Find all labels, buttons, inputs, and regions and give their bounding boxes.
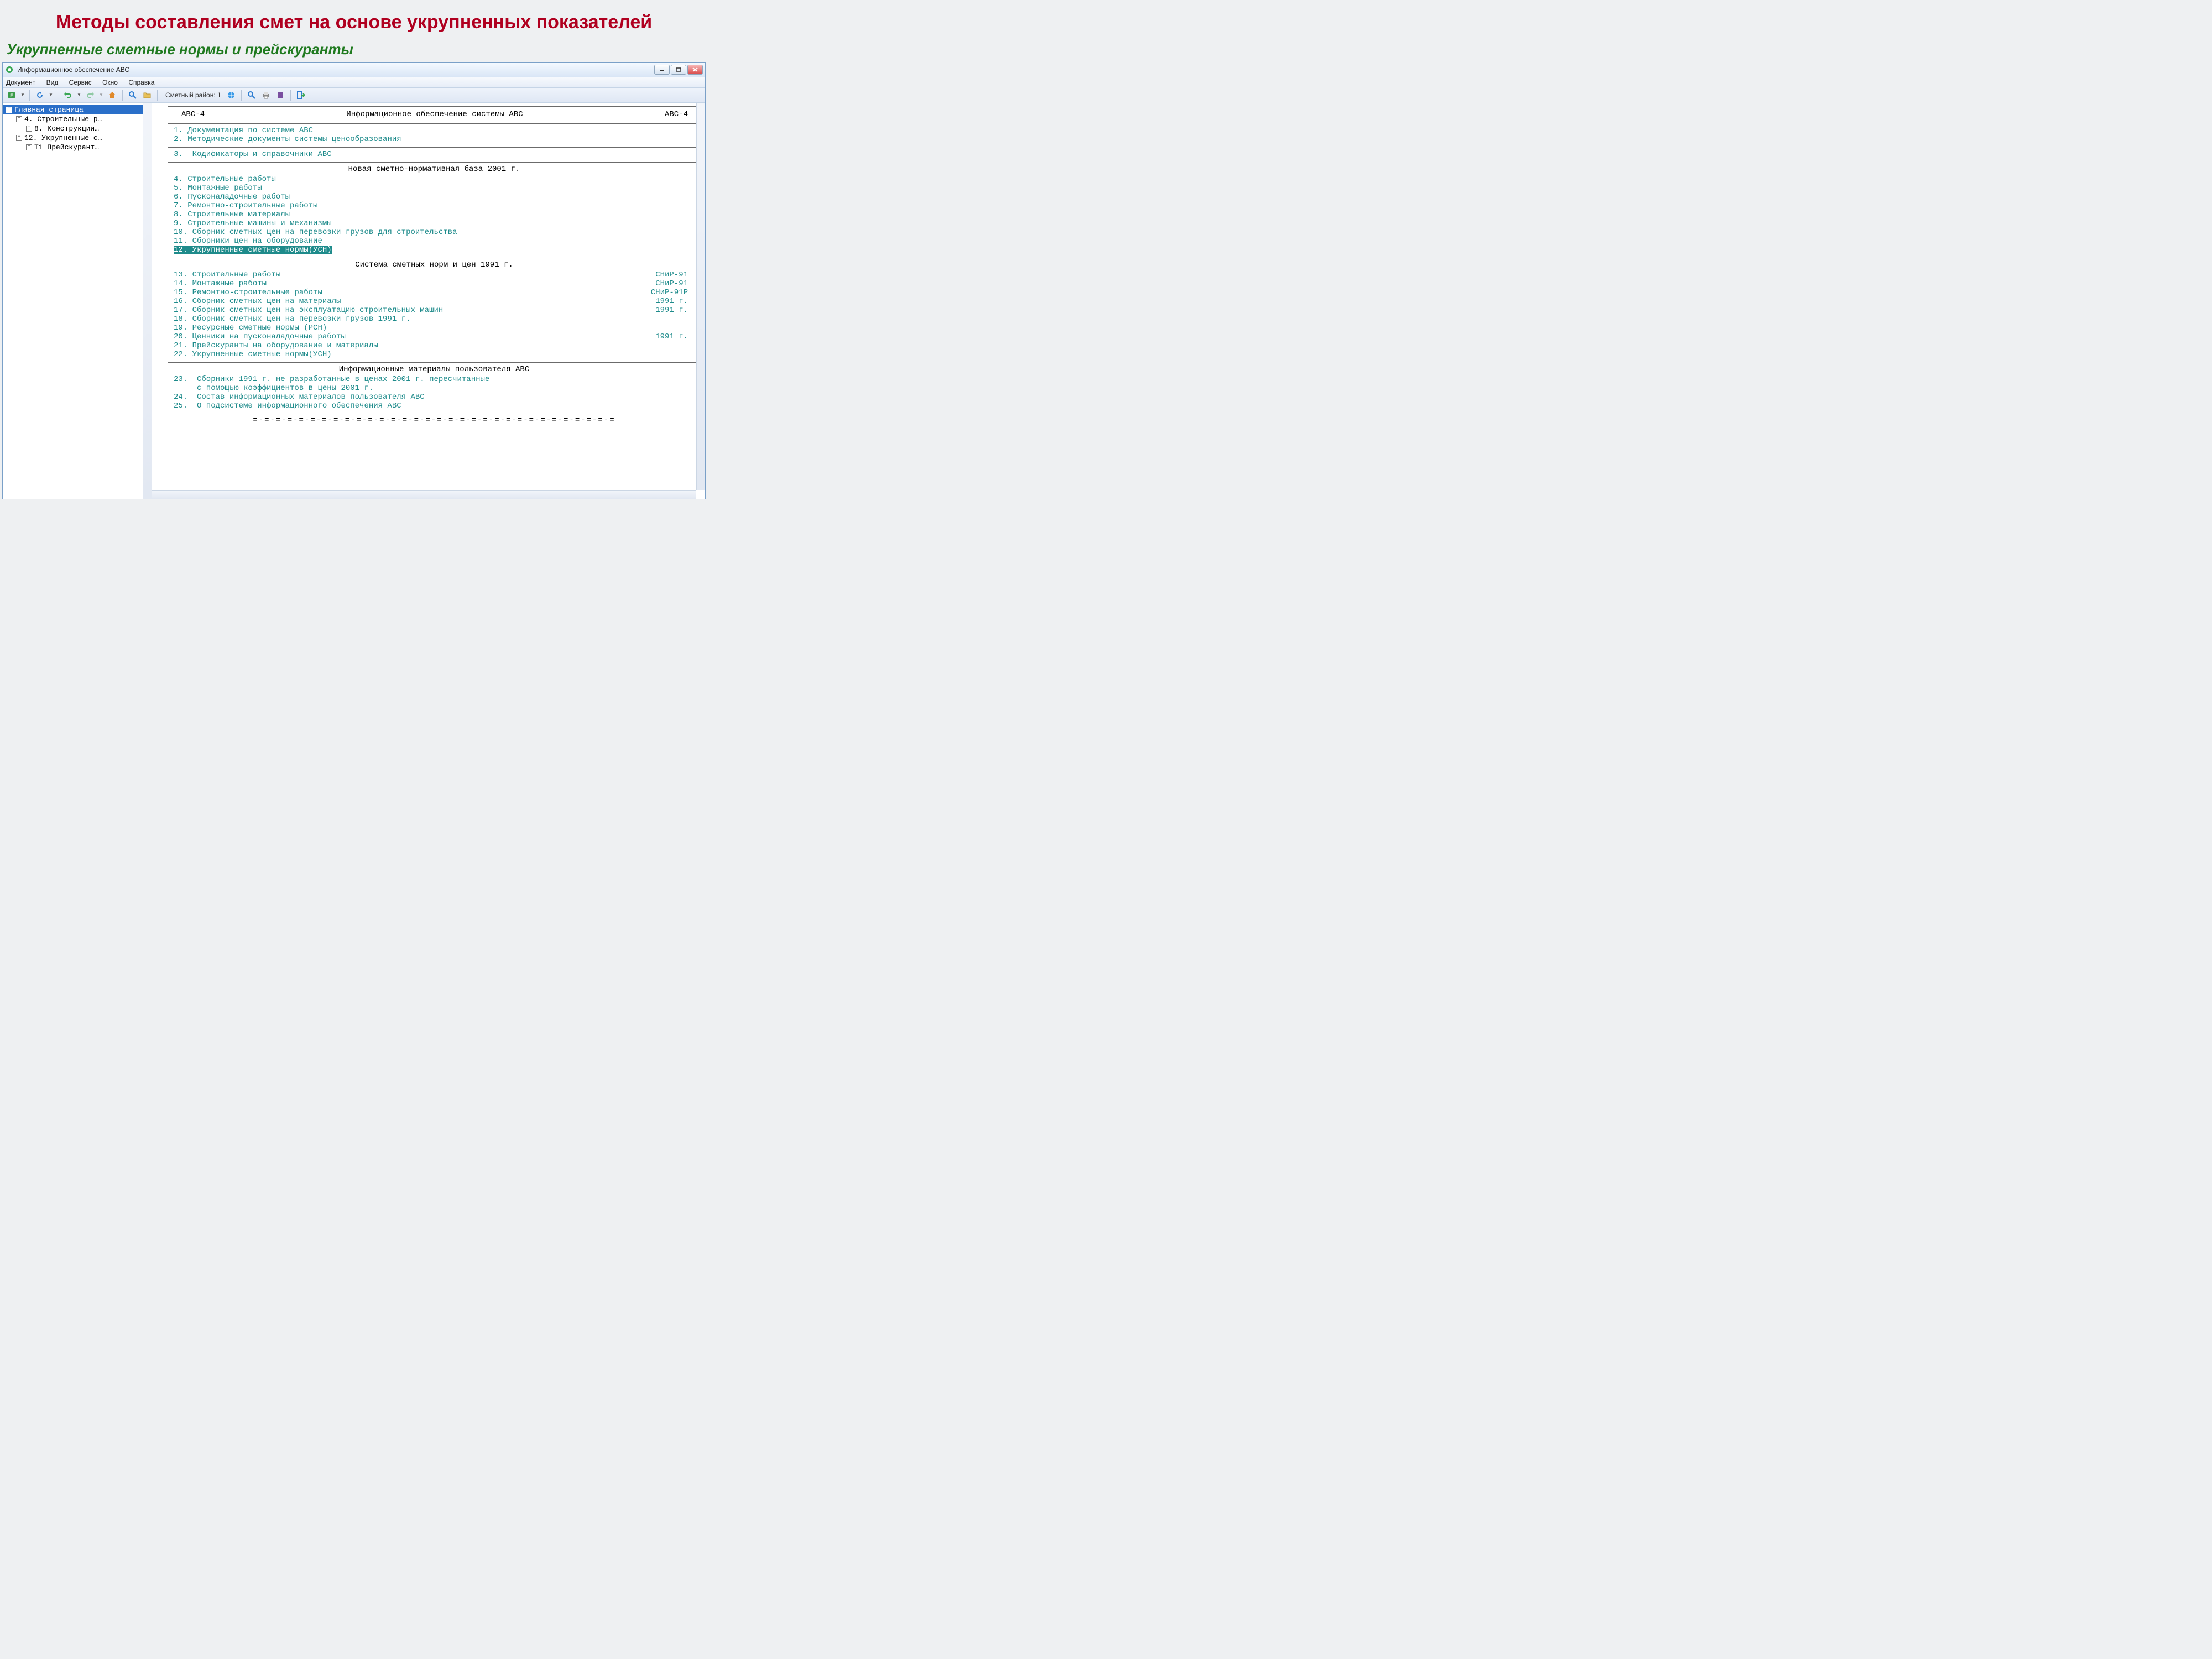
menu-view[interactable]: Вид [46, 79, 59, 86]
folder-icon[interactable] [142, 90, 153, 101]
scrollbar-vertical[interactable] [696, 103, 705, 490]
find-icon[interactable] [246, 90, 257, 101]
dropdown-icon[interactable]: ▼ [49, 92, 53, 97]
section-title: Новая сметно-нормативная база 2001 г. [174, 165, 695, 174]
dropdown-icon[interactable]: ▼ [77, 92, 81, 97]
dropdown-icon[interactable]: ▼ [20, 92, 25, 97]
doc-section-1: 1. Документация по системе АВС 2. Методи… [168, 123, 701, 148]
expand-icon[interactable]: + [26, 144, 32, 150]
list-item[interactable]: 9. Строительные машины и механизмы [174, 219, 695, 228]
list-item[interactable]: 24. Состав информационных материалов пол… [174, 393, 695, 401]
globe-icon[interactable] [226, 90, 237, 101]
scrollbar-vertical[interactable] [143, 103, 152, 499]
scrollbar-horizontal[interactable] [152, 490, 696, 499]
list-item[interactable]: 7. Ремонтно-строительные работы [174, 201, 695, 210]
list-item[interactable]: 15. Ремонтно-строительные работыСНиР-91Р [174, 288, 695, 297]
list-item-continuation: с помощью коэффициентов в цены 2001 г. [174, 384, 695, 393]
print-icon[interactable] [260, 90, 272, 101]
list-item-selected[interactable]: 12. Укрупненные сметные нормы(УСН) [174, 246, 332, 254]
tree-item-label: Т1 Прейскурант… [34, 143, 99, 152]
list-item[interactable]: 14. Монтажные работыСНиР-91 [174, 279, 695, 288]
menu-window[interactable]: Окно [102, 79, 118, 86]
minimize-button[interactable] [654, 65, 670, 75]
list-item[interactable]: 18. Сборник сметных цен на перевозки гру… [174, 315, 695, 324]
list-item[interactable]: 21. Прейскуранты на оборудование и матер… [174, 341, 695, 350]
menu-help[interactable]: Справка [128, 79, 154, 86]
svg-text:F: F [10, 93, 13, 98]
list-item[interactable]: 3. Кодификаторы и справочники АВС [174, 150, 695, 159]
undo-icon[interactable] [62, 90, 74, 101]
doc-section-5: Информационные материалы пользователя АВ… [168, 362, 701, 414]
redo-icon[interactable] [85, 90, 96, 101]
sheet-icon[interactable]: F [6, 90, 17, 101]
slide-subtitle: Укрупненные сметные нормы и прейскуранты [0, 38, 708, 62]
list-item[interactable]: 2. Методические документы системы ценооб… [174, 135, 695, 144]
doc-section-3: Новая сметно-нормативная база 2001 г. 4.… [168, 162, 701, 258]
list-item[interactable]: 16. Сборник сметных цен на материалы1991… [174, 297, 695, 306]
database-icon[interactable] [275, 90, 286, 101]
refresh-icon[interactable] [34, 90, 45, 101]
app-icon [5, 65, 14, 74]
list-item[interactable]: 17. Сборник сметных цен на эксплуатацию … [174, 306, 695, 315]
tree-root-label: Главная страница [14, 106, 84, 114]
document-panel: АВС-4 Информационное обеспечение системы… [152, 103, 705, 499]
app-window: Информационное обеспечение АВС Документ … [2, 62, 706, 499]
collapse-icon[interactable]: + [6, 107, 12, 113]
list-item[interactable]: 8. Строительные материалы [174, 210, 695, 219]
exit-icon[interactable] [295, 90, 306, 101]
list-item[interactable]: 4. Строительные работы [174, 175, 695, 184]
region-label: Сметный район: 1 [165, 91, 221, 99]
maximize-button[interactable] [671, 65, 686, 75]
doc-section-2: 3. Кодификаторы и справочники АВС [168, 147, 701, 163]
window-title: Информационное обеспечение АВС [17, 66, 654, 74]
section-title: Система сметных норм и цен 1991 г. [174, 260, 695, 269]
section-title: Информационные материалы пользователя АВ… [174, 365, 695, 374]
slide-title: Методы составления смет на основе укрупн… [0, 0, 708, 38]
dropdown-icon[interactable]: ▼ [99, 92, 103, 97]
list-item[interactable]: 5. Монтажные работы [174, 184, 695, 192]
list-item[interactable]: 13. Строительные работыСНиР-91 [174, 270, 695, 279]
tree-item-label: 4. Строительные р… [24, 115, 102, 123]
doc-header-center: Информационное обеспечение системы АВС [205, 110, 665, 119]
doc-section-4: Система сметных норм и цен 1991 г. 13. С… [168, 258, 701, 363]
list-item[interactable]: 22. Укрупненные сметные нормы(УСН) [174, 350, 695, 359]
menu-bar: Документ Вид Сервис Окно Справка [3, 77, 705, 88]
zoom-icon[interactable] [127, 90, 138, 101]
tree-root[interactable]: + Главная страница [3, 105, 152, 114]
tree-item-label: 8. Конструкции… [34, 124, 99, 133]
separator-rule: =-=-=-=-=-=-=-=-=-=-=-=-=-=-=-=-=-=-=-=-… [168, 416, 701, 425]
toolbar: F ▼ ▼ ▼ ▼ Сметный район: 1 [3, 88, 705, 103]
list-item[interactable]: 1. Документация по системе АВС [174, 126, 695, 135]
expand-icon[interactable]: + [26, 126, 32, 132]
list-item[interactable]: 25. О подсистеме информационного обеспеч… [174, 401, 695, 410]
tree-item[interactable]: + 8. Конструкции… [3, 124, 152, 133]
tree-item-label: 12. Укрупненные с… [24, 134, 102, 142]
tree-panel: + Главная страница + 4. Строительные р… … [3, 103, 152, 499]
expand-icon[interactable]: + [16, 116, 22, 122]
list-item[interactable]: 10. Сборник сметных цен на перевозки гру… [174, 228, 695, 237]
list-item[interactable]: 6. Пусконаладочные работы [174, 192, 695, 201]
menu-document[interactable]: Документ [6, 79, 35, 86]
menu-service[interactable]: Сервис [69, 79, 92, 86]
list-item[interactable]: 20. Ценники на пусконаладочные работы199… [174, 332, 695, 341]
expand-icon[interactable]: + [16, 135, 22, 141]
tree-item[interactable]: + 4. Строительные р… [3, 114, 152, 124]
list-item[interactable]: 23. Сборники 1991 г. не разработанные в … [174, 375, 695, 384]
tree-item[interactable]: + 12. Укрупненные с… [3, 133, 152, 143]
doc-header-left: АВС-4 [181, 110, 205, 119]
close-button[interactable] [687, 65, 703, 75]
tree-item[interactable]: + Т1 Прейскурант… [3, 143, 152, 152]
doc-header: АВС-4 Информационное обеспечение системы… [168, 106, 701, 124]
doc-header-right: АВС-4 [665, 110, 688, 119]
list-item[interactable]: 11. Сборники цен на оборудование [174, 237, 695, 246]
home-icon[interactable] [107, 90, 118, 101]
list-item[interactable]: 19. Ресурсные сметные нормы (РСН) [174, 324, 695, 332]
titlebar: Информационное обеспечение АВС [3, 63, 705, 77]
